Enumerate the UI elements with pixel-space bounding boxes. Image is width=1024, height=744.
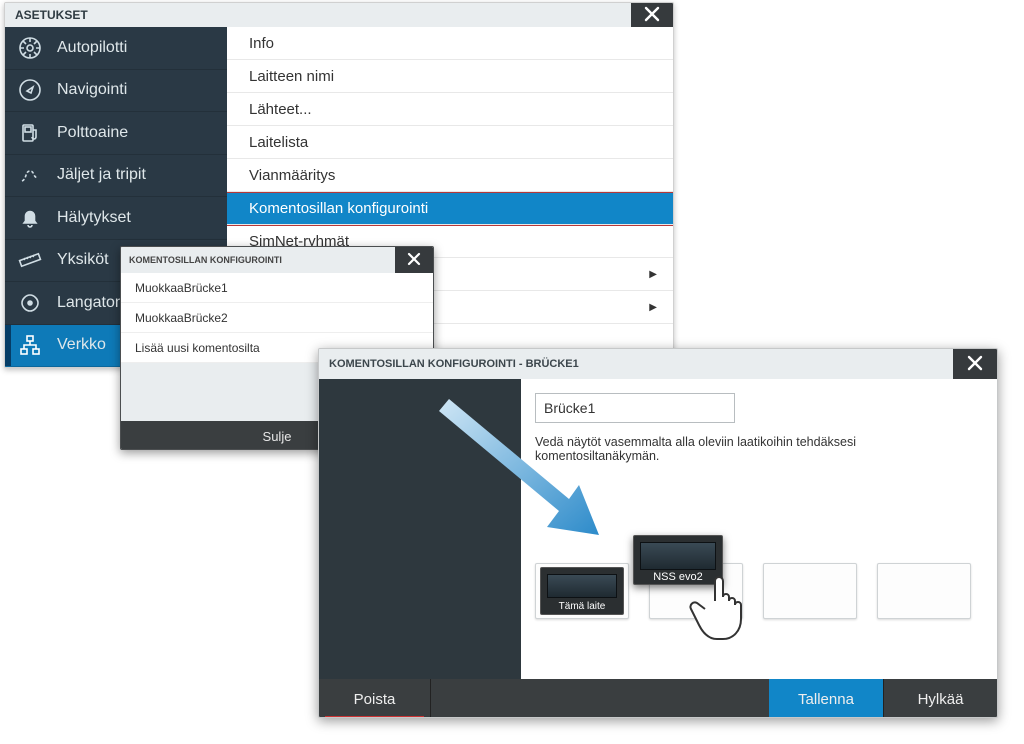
route-icon (17, 162, 43, 188)
bridge-config-dialog: KOMENTOSILLAN KONFIGUROINTI - BRÜCKE1 Ve… (318, 348, 998, 718)
list-item-device-name[interactable]: Laitteen nimi (227, 60, 673, 93)
bell-icon (17, 205, 43, 231)
device-label: Tämä laite (559, 601, 606, 614)
steering-wheel-icon (17, 35, 43, 61)
sidebar-item-alerts[interactable]: Hälytykset (5, 197, 227, 240)
bridge-config-titlebar: KOMENTOSILLAN KONFIGUROINTI - BRÜCKE1 (319, 349, 997, 379)
sidebar-label: Autopilotti (57, 39, 127, 57)
list-item-info[interactable]: Info (227, 27, 673, 60)
device-label: NSS evo2 (653, 571, 703, 584)
display-slot-1[interactable]: Tämä laite (535, 563, 629, 619)
compass-icon (17, 77, 43, 103)
close-button[interactable] (395, 247, 433, 273)
list-item-sources[interactable]: Lähteet... (227, 93, 673, 126)
display-slot-3[interactable] (763, 563, 857, 619)
bridge-row-edit-1[interactable]: MuokkaaBrücke1 (121, 273, 433, 303)
sidebar-item-autopilot[interactable]: Autopilotti (5, 27, 227, 70)
close-icon (407, 252, 421, 268)
sidebar-label: Polttoaine (57, 124, 128, 142)
device-screen-icon (547, 574, 617, 598)
footer-spacer (431, 679, 769, 718)
close-icon (644, 6, 660, 25)
display-slots: Tämä laite NSS evo2 (535, 563, 983, 619)
wireless-icon (17, 290, 43, 316)
sidebar-item-tracks[interactable]: Jäljet ja tripit (5, 155, 227, 198)
bridge-config-content: Vedä näytöt vasemmalta alla oleviin laat… (521, 379, 997, 679)
network-icon (17, 332, 43, 358)
bridge-config-footer: Poista Tallenna Hylkää (319, 679, 997, 718)
fuel-icon (17, 120, 43, 146)
close-icon (967, 355, 983, 374)
bridge-list-titlebar: KOMENTOSILLAN KONFIGUROINTI (121, 247, 433, 273)
settings-titlebar: ASETUKSET (5, 3, 673, 27)
sidebar-label: Navigointi (57, 81, 127, 99)
list-item-device-list[interactable]: Laitelista (227, 126, 673, 159)
sidebar-label: Langaton (57, 294, 124, 312)
device-screen-icon (640, 542, 716, 570)
device-source-panel[interactable] (319, 379, 521, 679)
ruler-icon (17, 247, 43, 273)
settings-title: ASETUKSET (15, 8, 88, 22)
device-this[interactable]: Tämä laite (540, 567, 624, 615)
drag-hint-text: Vedä näytöt vasemmalta alla oleviin laat… (535, 435, 983, 463)
delete-button[interactable]: Poista (319, 679, 431, 718)
dragging-device[interactable]: NSS evo2 (633, 535, 723, 585)
sidebar-label: Verkko (57, 336, 106, 354)
sidebar-label: Hälytykset (57, 209, 131, 227)
sidebar-item-navigation[interactable]: Navigointi (5, 70, 227, 113)
close-button[interactable] (953, 349, 997, 379)
bridge-list-title: KOMENTOSILLAN KONFIGUROINTI (129, 255, 282, 265)
list-item-diagnostics[interactable]: Vianmääritys (227, 159, 673, 192)
bridge-name-input[interactable] (535, 393, 735, 423)
sidebar-item-fuel[interactable]: Polttoaine (5, 112, 227, 155)
list-item-bridge-config[interactable]: Komentosillan konfigurointi (227, 192, 673, 225)
sidebar-label: Jäljet ja tripit (57, 166, 146, 184)
cancel-button[interactable]: Hylkää (883, 679, 997, 718)
close-button[interactable] (631, 3, 673, 27)
bridge-row-edit-2[interactable]: MuokkaaBrücke2 (121, 303, 433, 333)
display-slot-4[interactable] (877, 563, 971, 619)
bridge-config-title: KOMENTOSILLAN KONFIGUROINTI - BRÜCKE1 (329, 358, 579, 370)
save-button[interactable]: Tallenna (769, 679, 883, 718)
sidebar-label: Yksiköt (57, 251, 109, 269)
